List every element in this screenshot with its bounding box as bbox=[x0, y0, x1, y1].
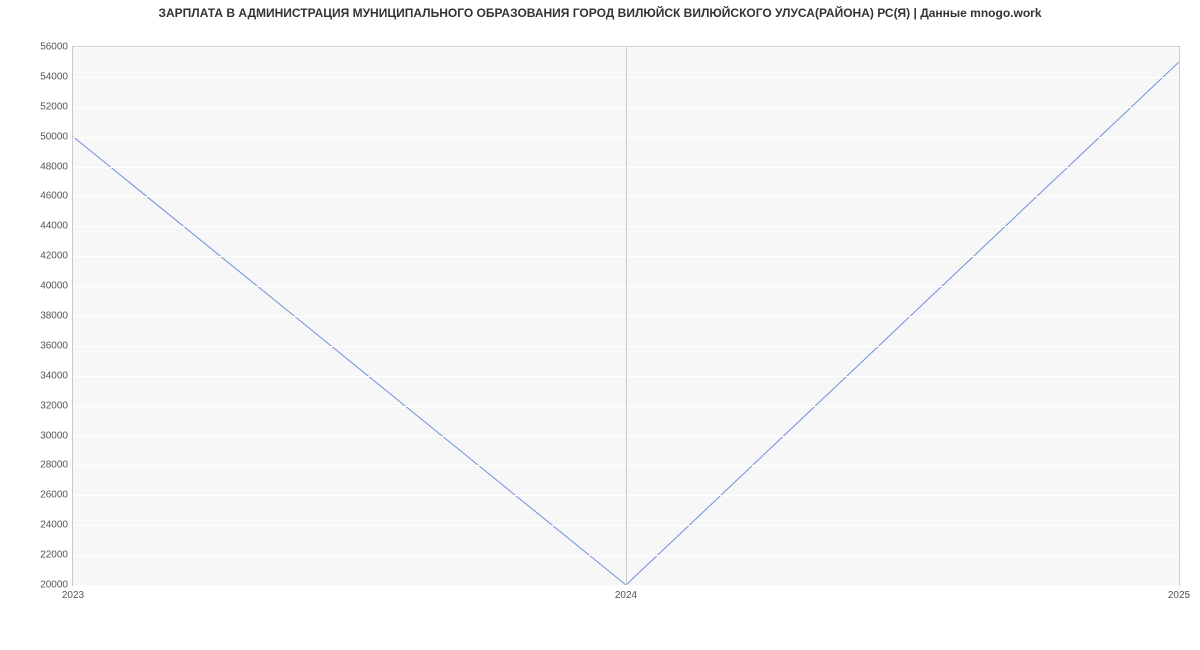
y-axis-tick-label: 50000 bbox=[8, 131, 68, 142]
y-axis-tick-label: 46000 bbox=[8, 191, 68, 202]
y-axis-tick-label: 36000 bbox=[8, 340, 68, 351]
y-axis-tick-label: 26000 bbox=[8, 490, 68, 501]
y-axis-tick-label: 44000 bbox=[8, 221, 68, 232]
grid-line-h bbox=[73, 585, 1179, 586]
y-axis-tick-label: 54000 bbox=[8, 71, 68, 82]
y-axis-tick-label: 30000 bbox=[8, 430, 68, 441]
chart-container: ЗАРПЛАТА В АДМИНИСТРАЦИЯ МУНИЦИПАЛЬНОГО … bbox=[0, 0, 1200, 650]
y-axis-tick-label: 48000 bbox=[8, 161, 68, 172]
y-axis-tick-label: 42000 bbox=[8, 251, 68, 262]
x-axis-tick-label: 2025 bbox=[1168, 590, 1190, 601]
y-axis-tick-label: 24000 bbox=[8, 520, 68, 531]
y-axis-tick-label: 34000 bbox=[8, 370, 68, 381]
chart-title: ЗАРПЛАТА В АДМИНИСТРАЦИЯ МУНИЦИПАЛЬНОГО … bbox=[0, 6, 1200, 20]
y-axis-tick-label: 28000 bbox=[8, 460, 68, 471]
y-axis-tick-label: 38000 bbox=[8, 311, 68, 322]
y-axis-tick-label: 32000 bbox=[8, 400, 68, 411]
y-axis-tick-label: 20000 bbox=[8, 580, 68, 591]
grid-line-v bbox=[626, 47, 627, 585]
x-axis-tick-label: 2024 bbox=[615, 590, 637, 601]
y-axis-tick-label: 40000 bbox=[8, 281, 68, 292]
x-axis-tick-label: 2023 bbox=[62, 590, 84, 601]
y-axis-tick-label: 52000 bbox=[8, 101, 68, 112]
y-axis-tick-label: 22000 bbox=[8, 550, 68, 561]
y-axis-tick-label: 56000 bbox=[8, 42, 68, 53]
plot-area bbox=[72, 46, 1180, 586]
